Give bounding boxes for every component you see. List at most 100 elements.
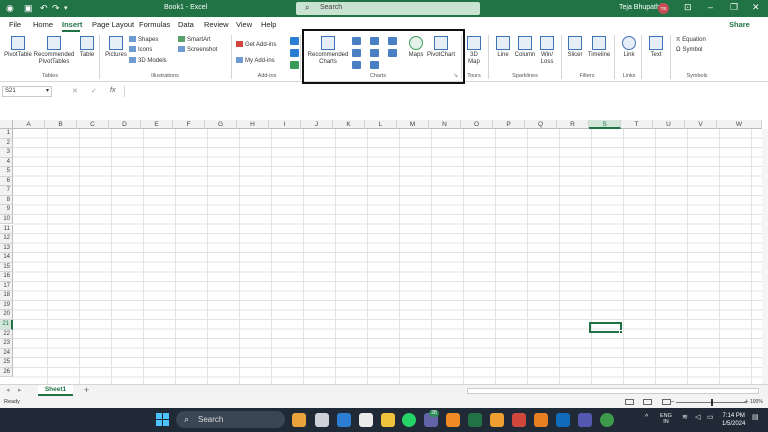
sparkline-winloss-button[interactable]: Win/ Loss bbox=[536, 36, 558, 66]
column-header[interactable]: D bbox=[109, 120, 141, 129]
widgets-icon[interactable] bbox=[292, 413, 306, 427]
speaker-icon[interactable]: ◁ bbox=[695, 414, 700, 421]
column-header[interactable]: I bbox=[269, 120, 301, 129]
sparkline-column-button[interactable]: Column bbox=[513, 36, 537, 59]
row-header[interactable]: 26 bbox=[0, 367, 13, 378]
file-explorer-icon[interactable] bbox=[381, 413, 395, 427]
timeline-button[interactable]: Timeline bbox=[585, 36, 613, 59]
row-header[interactable]: 13 bbox=[0, 243, 13, 254]
zoom-slider-thumb[interactable] bbox=[711, 399, 713, 406]
3d-models-button[interactable]: 3D Models bbox=[129, 57, 167, 65]
tab-formulas[interactable]: Formulas bbox=[139, 20, 170, 29]
row-header[interactable]: 24 bbox=[0, 348, 13, 359]
app-icon[interactable] bbox=[446, 413, 460, 427]
column-header[interactable]: R bbox=[557, 120, 589, 129]
row-header[interactable]: 21 bbox=[0, 320, 13, 330]
column-header[interactable]: W bbox=[717, 120, 762, 129]
sheet-prev-icon[interactable]: ◂ bbox=[6, 386, 10, 394]
tab-home[interactable]: Home bbox=[33, 20, 53, 29]
row-header[interactable]: 12 bbox=[0, 234, 13, 244]
name-box[interactable]: S21 ▾ bbox=[2, 86, 52, 97]
column-header[interactable]: E bbox=[141, 120, 173, 129]
undo-icon[interactable]: ↶ bbox=[40, 3, 48, 14]
row-header[interactable]: 20 bbox=[0, 310, 13, 320]
cell-area[interactable] bbox=[13, 129, 762, 384]
people-graph-icon[interactable] bbox=[290, 37, 299, 45]
tab-review[interactable]: Review bbox=[204, 20, 229, 29]
avatar[interactable]: TB bbox=[658, 3, 669, 14]
pivottable-button[interactable]: PivotTable bbox=[4, 36, 32, 59]
column-header[interactable]: M bbox=[397, 120, 429, 129]
visio-icon[interactable] bbox=[290, 61, 299, 69]
minimize-icon[interactable]: – bbox=[708, 2, 713, 12]
store-icon[interactable] bbox=[359, 413, 373, 427]
whatsapp-icon[interactable] bbox=[402, 413, 416, 427]
column-header[interactable]: V bbox=[685, 120, 717, 129]
shapes-button[interactable]: Shapes bbox=[129, 36, 158, 44]
pictures-button[interactable]: Pictures bbox=[104, 36, 128, 59]
symbol-button[interactable]: Ω Symbol bbox=[676, 46, 703, 54]
smartart-button[interactable]: SmartArt bbox=[178, 36, 211, 44]
row-header[interactable]: 18 bbox=[0, 291, 13, 301]
table-button[interactable]: Table bbox=[77, 36, 97, 59]
zoom-level[interactable]: 100% bbox=[750, 399, 763, 405]
row-header[interactable]: 10 bbox=[0, 214, 13, 225]
zoom-in-icon[interactable]: + bbox=[744, 397, 749, 406]
vertical-scrollbar[interactable] bbox=[762, 129, 768, 384]
teams-work-icon[interactable] bbox=[578, 413, 592, 427]
column-header[interactable]: H bbox=[237, 120, 269, 129]
tab-data[interactable]: Data bbox=[178, 20, 194, 29]
row-header[interactable]: 14 bbox=[0, 253, 13, 263]
column-header[interactable]: B bbox=[45, 120, 77, 129]
cancel-icon[interactable]: ✕ bbox=[72, 87, 78, 95]
tab-view[interactable]: View bbox=[236, 20, 252, 29]
column-header[interactable]: L bbox=[365, 120, 397, 129]
row-header[interactable]: 19 bbox=[0, 300, 13, 311]
column-header[interactable]: Q bbox=[525, 120, 557, 129]
row-header[interactable]: 9 bbox=[0, 205, 13, 215]
column-header[interactable]: K bbox=[333, 120, 365, 129]
formula-input[interactable] bbox=[124, 86, 766, 97]
edge-icon[interactable] bbox=[337, 413, 351, 427]
column-header[interactable]: O bbox=[461, 120, 493, 129]
column-header[interactable]: G bbox=[205, 120, 237, 129]
page-layout-view-icon[interactable] bbox=[643, 399, 652, 405]
column-header[interactable]: A bbox=[13, 120, 45, 129]
battery-icon[interactable]: ▭ bbox=[707, 414, 714, 421]
row-header[interactable]: 7 bbox=[0, 186, 13, 196]
zoom-out-icon[interactable]: − bbox=[670, 397, 675, 406]
chevron-down-icon[interactable]: ▾ bbox=[46, 87, 49, 96]
sheet-next-icon[interactable]: ▸ bbox=[18, 386, 22, 394]
active-cell[interactable] bbox=[589, 322, 623, 334]
restore-icon[interactable]: ❐ bbox=[730, 2, 738, 13]
taskbar-search[interactable]: ⌕ Search bbox=[176, 411, 285, 428]
autosave-icon[interactable]: ◉ bbox=[6, 3, 14, 14]
vlc-icon[interactable] bbox=[534, 413, 548, 427]
fill-handle[interactable] bbox=[619, 330, 623, 334]
my-addins-button[interactable]: My Add-ins bbox=[236, 57, 275, 65]
sheet-tab[interactable]: Sheet1 bbox=[38, 385, 73, 396]
add-sheet-icon[interactable]: + bbox=[84, 385, 89, 395]
row-header[interactable]: 25 bbox=[0, 358, 13, 368]
row-header[interactable]: 6 bbox=[0, 176, 13, 187]
column-header[interactable]: J bbox=[301, 120, 333, 129]
outlook-icon[interactable] bbox=[556, 413, 570, 427]
equation-button[interactable]: π Equation bbox=[676, 36, 706, 44]
recommended-pivottables-button[interactable]: Recommended PivotTables bbox=[33, 36, 75, 66]
normal-view-icon[interactable] bbox=[625, 399, 634, 405]
row-header[interactable]: 11 bbox=[0, 224, 13, 235]
tab-help[interactable]: Help bbox=[261, 20, 276, 29]
row-header[interactable]: 5 bbox=[0, 167, 13, 177]
tab-page-layout[interactable]: Page Layout bbox=[92, 20, 134, 29]
row-header[interactable]: 15 bbox=[0, 262, 13, 273]
save-icon[interactable]: ▣ bbox=[24, 3, 33, 14]
horizontal-scrollbar[interactable] bbox=[467, 388, 759, 394]
tab-insert[interactable]: Insert bbox=[62, 20, 82, 29]
wifi-icon[interactable]: ≋ bbox=[682, 414, 688, 421]
row-header[interactable]: 8 bbox=[0, 195, 13, 206]
column-header[interactable]: T bbox=[621, 120, 653, 129]
get-addins-button[interactable]: Get Add-ins bbox=[236, 41, 276, 49]
column-header[interactable]: S bbox=[589, 120, 621, 129]
row-header[interactable]: 2 bbox=[0, 138, 13, 149]
text-button[interactable]: Text bbox=[645, 36, 667, 59]
